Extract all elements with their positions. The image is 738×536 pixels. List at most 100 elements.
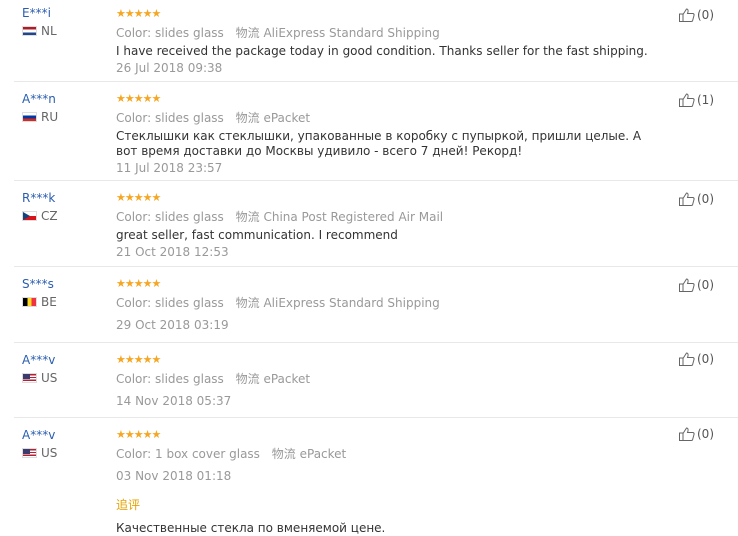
thumbs-up-icon — [679, 192, 695, 206]
thumbs-up-icon — [679, 93, 695, 107]
color-label: Color: — [116, 447, 152, 461]
helpful-button[interactable]: (0) — [679, 8, 714, 22]
logistics-value: ePacket — [263, 372, 311, 386]
review-date: 26 Jul 2018 09:38 — [116, 61, 223, 75]
reviewer-info: A***n RU — [22, 92, 58, 124]
thumbs-up-icon — [679, 278, 695, 292]
review-content: ★★★★★ Color: slides glass 物流 ePacket 14 … — [116, 353, 656, 409]
star-rating: ★★★★★ — [116, 428, 161, 441]
helpful-button[interactable]: (0) — [679, 352, 714, 366]
helpful-button[interactable]: (0) — [679, 427, 714, 441]
review-meta: Color: slides glass 物流 AliExpress Standa… — [116, 24, 656, 41]
helpful-count: (0) — [697, 352, 714, 366]
reviewer-country: CZ — [22, 209, 58, 223]
review-item: E***i NL ★★★★★ Color: slides glass 物流 Al… — [14, 0, 738, 82]
reviewer-name: A***n — [22, 92, 56, 106]
review-content: ★★★★★ Color: slides glass 物流 AliExpress … — [116, 7, 656, 76]
logistics-label: 物流 — [235, 111, 260, 125]
logistics-label: 物流 — [235, 26, 260, 40]
helpful-button[interactable]: (0) — [679, 192, 714, 206]
color-value: slides glass — [155, 111, 224, 125]
color-label: Color: — [116, 111, 152, 125]
color-value: slides glass — [155, 210, 224, 224]
color-value: slides glass — [155, 372, 224, 386]
helpful-count: (0) — [697, 427, 714, 441]
country-code: BE — [41, 295, 57, 309]
flag-ru-icon — [22, 112, 37, 122]
flag-be-icon — [22, 297, 37, 307]
logistics-value: AliExpress Standard Shipping — [263, 26, 440, 40]
review-meta: Color: slides glass 物流 ePacket — [116, 370, 656, 387]
review-meta: Color: slides glass 物流 AliExpress Standa… — [116, 294, 656, 311]
star-rating: ★★★★★ — [116, 7, 161, 20]
review-text: great seller, fast communication. I reco… — [116, 228, 398, 242]
country-code: US — [41, 446, 58, 460]
reviewer-info: A***v US — [22, 353, 57, 385]
logistics-value: ePacket — [263, 111, 311, 125]
thumbs-up-icon — [679, 8, 695, 22]
color-label: Color: — [116, 372, 152, 386]
star-rating: ★★★★★ — [116, 191, 161, 204]
reviewer-info: S***s BE — [22, 277, 57, 309]
color-value: slides glass — [155, 26, 224, 40]
logistics-value: AliExpress Standard Shipping — [263, 296, 440, 310]
review-meta: Color: slides glass 物流 China Post Regist… — [116, 208, 656, 225]
reviewer-name: A***v — [22, 353, 56, 367]
country-code: RU — [41, 110, 59, 124]
additional-review-label: 追评 — [116, 498, 141, 512]
review-meta: Color: slides glass 物流 ePacket — [116, 109, 656, 126]
review-date: 11 Jul 2018 23:57 — [116, 161, 223, 175]
flag-nl-icon — [22, 26, 37, 36]
review-item: R***k CZ ★★★★★ Color: slides glass 物流 Ch… — [14, 181, 738, 267]
country-code: US — [41, 371, 58, 385]
flag-us-icon — [22, 448, 37, 458]
review-date: 21 Oct 2018 12:53 — [116, 245, 229, 259]
helpful-count: (0) — [697, 192, 714, 206]
reviewer-country: NL — [22, 24, 57, 38]
reviewer-name: A***v — [22, 428, 56, 442]
helpful-count: (0) — [697, 278, 714, 292]
review-meta: Color: 1 box cover glass 物流 ePacket — [116, 445, 656, 462]
review-item: S***s BE ★★★★★ Color: slides glass 物流 Al… — [14, 267, 738, 343]
reviewer-country: BE — [22, 295, 57, 309]
color-value: slides glass — [155, 296, 224, 310]
review-content: ★★★★★ Color: 1 box cover glass 物流 ePacke… — [116, 429, 656, 536]
review-content: ★★★★★ Color: slides glass 物流 AliExpress … — [116, 277, 656, 333]
review-date: 03 Nov 2018 01:18 — [116, 469, 232, 483]
reviewer-info: E***i NL — [22, 6, 57, 38]
color-value: 1 box cover glass — [155, 447, 260, 461]
reviewer-name: E***i — [22, 6, 51, 20]
reviewer-name: R***k — [22, 191, 56, 205]
reviewer-info: A***v US — [22, 428, 57, 460]
reviewer-country: RU — [22, 110, 58, 124]
review-content: ★★★★★ Color: slides glass 物流 China Post … — [116, 191, 656, 260]
review-date: 29 Oct 2018 03:19 — [116, 318, 229, 332]
additional-review-text: Качественные стекла по вменяемой цене. — [116, 521, 386, 535]
review-item: A***n RU ★★★★★ Color: slides glass 物流 eP… — [14, 82, 738, 181]
reviewer-info: R***k CZ — [22, 191, 58, 223]
review-text: Стеклышки как стеклышки, упакованные в к… — [116, 129, 642, 158]
thumbs-up-icon — [679, 427, 695, 441]
logistics-label: 物流 — [235, 296, 260, 310]
reviewer-country: US — [22, 446, 57, 460]
star-rating: ★★★★★ — [116, 353, 161, 366]
logistics-value: ePacket — [299, 447, 347, 461]
color-label: Color: — [116, 210, 152, 224]
logistics-label: 物流 — [235, 210, 260, 224]
logistics-label: 物流 — [271, 447, 296, 461]
star-rating: ★★★★★ — [116, 277, 161, 290]
review-text: I have received the package today in goo… — [116, 44, 648, 58]
country-code: NL — [41, 24, 57, 38]
logistics-value: China Post Registered Air Mail — [263, 210, 444, 224]
helpful-button[interactable]: (1) — [679, 93, 714, 107]
review-date: 14 Nov 2018 05:37 — [116, 394, 232, 408]
logistics-label: 物流 — [235, 372, 260, 386]
reviewer-country: US — [22, 371, 57, 385]
reviewer-name: S***s — [22, 277, 54, 291]
star-rating: ★★★★★ — [116, 92, 161, 105]
country-code: CZ — [41, 209, 58, 223]
review-content: ★★★★★ Color: slides glass 物流 ePacket Сте… — [116, 92, 656, 176]
flag-cz-icon — [22, 211, 37, 221]
helpful-count: (1) — [697, 93, 714, 107]
helpful-button[interactable]: (0) — [679, 278, 714, 292]
